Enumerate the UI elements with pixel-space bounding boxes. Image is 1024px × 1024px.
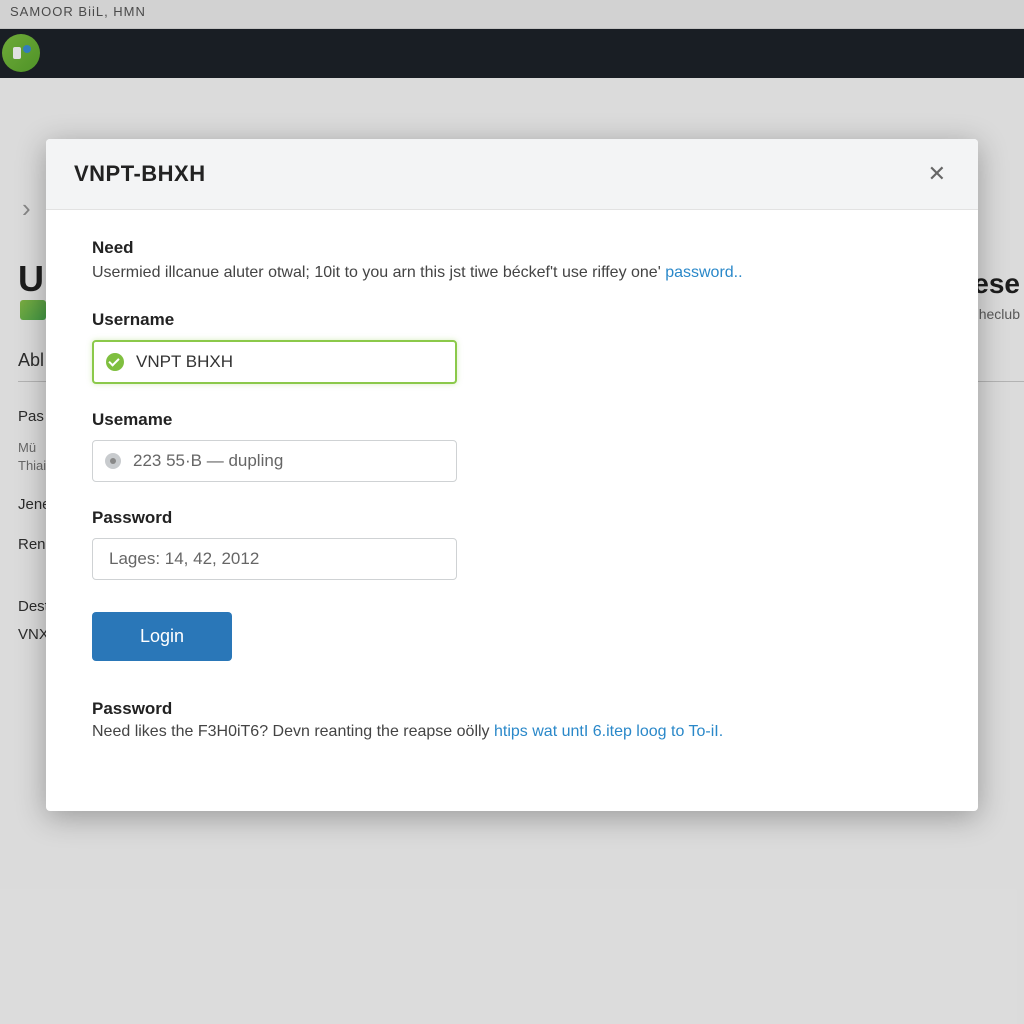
username-value-2: 223 55·B — dupling	[133, 451, 444, 471]
password-label: Password	[92, 508, 932, 528]
dot-icon	[105, 453, 121, 469]
footer-section: Password Need likes the F3H0iT6? Devn re…	[92, 699, 932, 741]
username-label-1: Username	[92, 310, 932, 330]
close-icon[interactable]: ✕	[924, 157, 950, 191]
intro-text: Usermied illcanue aluter otwal; 10it to …	[92, 264, 932, 282]
modal-header: VNPT-BHXH ✕	[46, 139, 978, 210]
intro-text-content: Usermied illcanue aluter otwal; 10it to …	[92, 264, 665, 281]
username-label-2: Usemame	[92, 410, 932, 430]
password-value: Lages: 14, 42, 2012	[105, 549, 444, 569]
username-input-1[interactable]: VNPT BHXH	[92, 340, 457, 384]
modal-body: Need Usermied illcanue aluter otwal; 10i…	[46, 210, 978, 811]
modal-title: VNPT-BHXH	[74, 161, 206, 187]
footer-text: Need likes the F3H0iT6? Devn reanting th…	[92, 723, 932, 741]
username-value-1: VNPT BHXH	[136, 352, 443, 372]
intro-heading: Need	[92, 238, 932, 258]
footer-heading: Password	[92, 699, 932, 719]
modal-overlay: VNPT-BHXH ✕ Need Usermied illcanue alute…	[0, 0, 1024, 1024]
password-input[interactable]: Lages: 14, 42, 2012	[92, 538, 457, 580]
login-modal: VNPT-BHXH ✕ Need Usermied illcanue alute…	[46, 139, 978, 811]
intro-password-link[interactable]: password..	[665, 264, 742, 281]
login-button[interactable]: Login	[92, 612, 232, 661]
username-input-2[interactable]: 223 55·B — dupling	[92, 440, 457, 482]
footer-link[interactable]: htips wat untI 6.itep loog to To-iI.	[494, 723, 723, 740]
footer-text-content: Need likes the F3H0iT6? Devn reanting th…	[92, 723, 494, 740]
check-circle-icon	[106, 353, 124, 371]
